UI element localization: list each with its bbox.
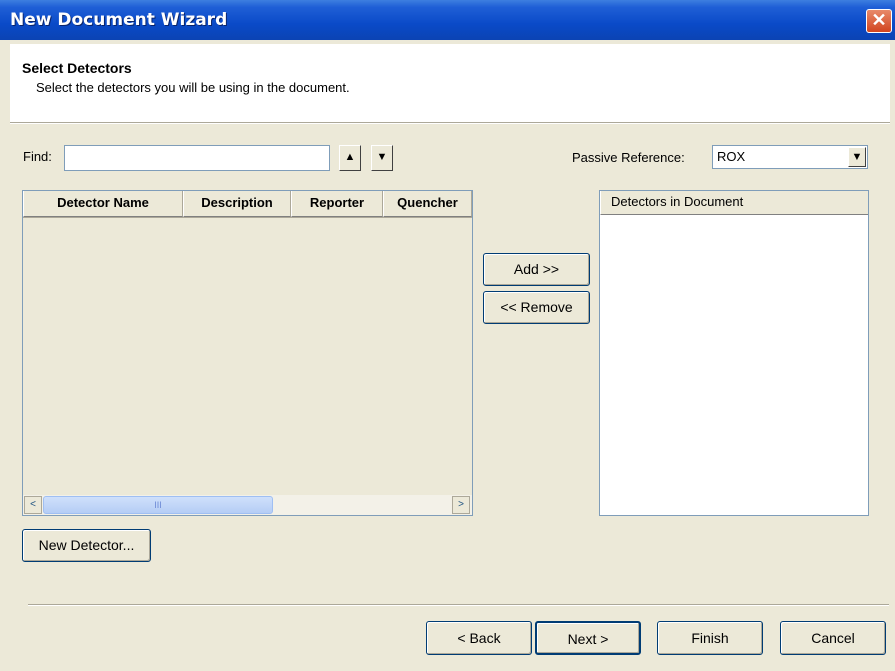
find-down-button[interactable]: ▼ <box>371 145 393 171</box>
cancel-button[interactable]: Cancel <box>780 621 886 655</box>
table-header: Detector Name Description Reporter Quenc… <box>23 191 472 218</box>
chevron-left-icon: < <box>30 499 36 510</box>
detectors-in-document-header: Detectors in Document <box>600 191 868 215</box>
wizard-header: Select Detectors Select the detectors yo… <box>10 44 890 122</box>
close-icon: ✕ <box>871 10 887 30</box>
back-button[interactable]: < Back <box>426 621 532 655</box>
detector-table[interactable]: Detector Name Description Reporter Quenc… <box>22 190 473 516</box>
chevron-right-icon: > <box>458 499 464 510</box>
finish-button[interactable]: Finish <box>657 621 763 655</box>
scroll-right-button[interactable]: > <box>452 496 470 514</box>
chevron-down-icon: ▼ <box>851 151 863 163</box>
horizontal-scrollbar[interactable]: < III > <box>23 495 472 515</box>
remove-button[interactable]: << Remove <box>483 291 590 324</box>
scrollbar-thumb[interactable]: III <box>43 496 273 514</box>
dropdown-button[interactable]: ▼ <box>848 147 866 167</box>
column-header-quencher[interactable]: Quencher <box>383 191 472 217</box>
header-divider <box>10 122 890 124</box>
arrow-down-icon: ▼ <box>376 151 388 163</box>
close-button[interactable]: ✕ <box>866 9 892 33</box>
find-input[interactable] <box>64 145 330 171</box>
grip-icon: III <box>154 500 162 510</box>
passive-reference-select[interactable]: ROX ▼ <box>712 145 868 169</box>
arrow-up-icon: ▲ <box>344 151 356 163</box>
column-header-description[interactable]: Description <box>183 191 291 217</box>
footer-divider <box>28 604 889 606</box>
passive-reference-label: Passive Reference: <box>572 150 685 165</box>
new-detector-button[interactable]: New Detector... <box>22 529 151 562</box>
add-button[interactable]: Add >> <box>483 253 590 286</box>
detectors-in-document-list[interactable]: Detectors in Document <box>599 190 869 516</box>
page-title: Select Detectors <box>22 60 132 76</box>
window-title: New Document Wizard <box>10 10 228 30</box>
passive-reference-value: ROX <box>717 149 746 164</box>
find-label: Find: <box>23 149 52 164</box>
find-up-button[interactable]: ▲ <box>339 145 361 171</box>
wizard-window: New Document Wizard ✕ Select Detectors S… <box>0 0 895 671</box>
column-header-reporter[interactable]: Reporter <box>291 191 383 217</box>
scroll-left-button[interactable]: < <box>24 496 42 514</box>
title-bar[interactable]: New Document Wizard ✕ <box>0 0 895 40</box>
next-button[interactable]: Next > <box>535 621 641 655</box>
column-header-detector-name[interactable]: Detector Name <box>23 191 183 217</box>
page-subtitle: Select the detectors you will be using i… <box>36 80 350 95</box>
